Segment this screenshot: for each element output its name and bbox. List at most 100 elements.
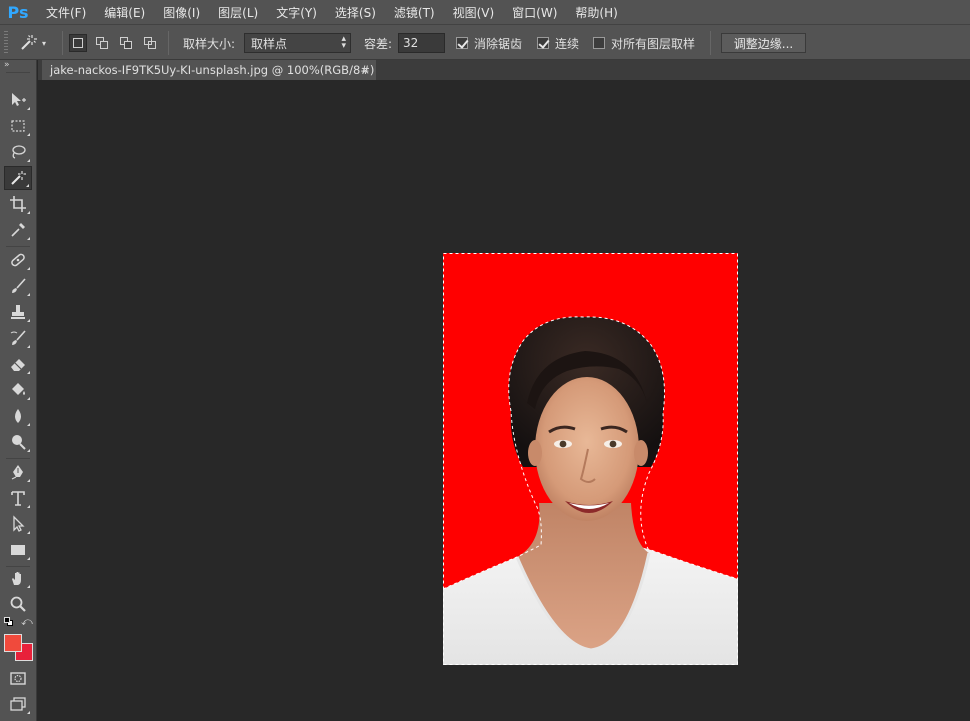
magic-wand-icon: [21, 35, 37, 50]
divider: [6, 246, 30, 247]
history-brush-tool[interactable]: [4, 326, 32, 350]
divider: [6, 458, 30, 459]
dodge-tool[interactable]: [4, 430, 32, 454]
menu-select[interactable]: 选择(S): [325, 0, 384, 24]
stamp-icon: [11, 305, 25, 319]
options-bar-grip[interactable]: [4, 31, 8, 55]
document-tab-strip: jake-nackos-IF9TK5Uy-KI-unsplash.jpg @ 1…: [38, 60, 970, 80]
marquee-tool[interactable]: [4, 114, 32, 138]
blur-tool[interactable]: [4, 404, 32, 428]
close-icon[interactable]: ×: [361, 64, 370, 77]
pen-icon: [11, 465, 23, 480]
screen-mode-button[interactable]: [4, 692, 32, 716]
sample-all-layers-label: 对所有图层取样: [611, 36, 696, 51]
subtract-from-selection-button[interactable]: [117, 34, 135, 52]
anti-alias-checkbox[interactable]: [456, 37, 468, 49]
dodge-icon: [12, 435, 26, 450]
water-drop-icon: [15, 409, 21, 423]
magic-wand-tool[interactable]: [4, 166, 32, 190]
bandage-icon: [11, 253, 25, 267]
menu-view[interactable]: 视图(V): [443, 0, 503, 24]
menu-bar: Ps 文件(F) 编辑(E) 图像(I) 图层(L) 文字(Y) 选择(S) 滤…: [0, 0, 970, 24]
subtract-selection-icon: [120, 37, 132, 49]
chevron-down-icon: ▾: [42, 38, 47, 48]
menu-type[interactable]: 文字(Y): [266, 0, 325, 24]
eraser-icon: [11, 359, 25, 371]
divider: [710, 31, 711, 55]
sample-size-value: 取样点: [251, 36, 288, 51]
tool-preset-picker[interactable]: ▾: [18, 25, 56, 61]
lasso-tool[interactable]: [4, 140, 32, 164]
sample-all-layers-checkbox[interactable]: [593, 37, 605, 49]
menu-file[interactable]: 文件(F): [36, 0, 94, 24]
document-tab-title: jake-nackos-IF9TK5Uy-KI-unsplash.jpg @ 1…: [50, 63, 375, 77]
intersect-selection-button[interactable]: [141, 34, 159, 52]
sample-all-layers-option[interactable]: 对所有图层取样: [593, 25, 695, 61]
rectangle-icon: [11, 545, 25, 555]
crop-tool[interactable]: [4, 192, 32, 216]
refine-edge-button[interactable]: 调整边缘...: [721, 33, 806, 53]
tolerance-input[interactable]: 32: [398, 33, 445, 53]
paint-bucket-tool[interactable]: [4, 378, 32, 402]
rectangle-tool[interactable]: [4, 538, 32, 562]
quick-mask-button[interactable]: [4, 666, 32, 690]
eraser-tool[interactable]: [4, 352, 32, 376]
tolerance-label: 容差:: [364, 36, 393, 51]
paint-bucket-icon: [12, 383, 25, 395]
clone-stamp-tool[interactable]: [4, 300, 32, 324]
menu-window[interactable]: 窗口(W): [502, 0, 565, 24]
sample-size-select[interactable]: 取样点 ▴ ▾: [244, 33, 351, 53]
type-tool[interactable]: [4, 486, 32, 510]
divider: [62, 31, 63, 55]
document-tab[interactable]: jake-nackos-IF9TK5Uy-KI-unsplash.jpg @ 1…: [42, 60, 376, 80]
foreground-color-swatch[interactable]: [4, 634, 22, 652]
menu-help[interactable]: 帮助(H): [565, 0, 625, 24]
brush-icon: [12, 278, 26, 293]
intersect-selection-icon: [144, 37, 156, 49]
menu-image[interactable]: 图像(I): [153, 0, 208, 24]
healing-brush-tool[interactable]: [4, 248, 32, 272]
contiguous-checkbox[interactable]: [537, 37, 549, 49]
photoshop-logo: Ps: [7, 2, 29, 22]
tolerance-value: 32: [403, 36, 419, 50]
crop-icon: [10, 196, 26, 212]
history-brush-icon: [10, 330, 26, 345]
new-selection-button[interactable]: [69, 34, 87, 52]
menu-filter[interactable]: 滤镜(T): [384, 0, 443, 24]
hand-tool[interactable]: [4, 566, 32, 590]
zoom-icon: [10, 596, 26, 612]
menu-edit[interactable]: 编辑(E): [94, 0, 153, 24]
type-icon: [11, 491, 25, 506]
tools-panel: » ⤺: [0, 60, 37, 721]
contiguous-option[interactable]: 连续: [537, 25, 579, 61]
add-to-selection-button[interactable]: [93, 34, 111, 52]
pen-tool[interactable]: [4, 460, 32, 484]
path-selection-icon: [13, 515, 25, 532]
screen-mode-icon: [10, 697, 26, 711]
swap-colors-icon[interactable]: ⤺: [21, 615, 33, 629]
brush-tool[interactable]: [4, 274, 32, 298]
default-colors-icon[interactable]: [4, 617, 14, 627]
eyedropper-tool[interactable]: [4, 218, 32, 242]
select-arrows-icon: ▴ ▾: [341, 34, 346, 51]
eyedropper-icon: [11, 223, 25, 237]
anti-alias-option[interactable]: 消除锯齿: [456, 25, 522, 61]
divider: [6, 72, 30, 73]
collapse-panel-icon[interactable]: »: [4, 60, 10, 70]
marquee-icon: [11, 120, 25, 132]
portrait-photo: [443, 253, 738, 665]
options-bar: ▾ 取样大小: 取样点 ▴ ▾ 容差: 32 消除锯齿 连续 对所有图层取样 调整…: [0, 24, 970, 60]
contiguous-label: 连续: [555, 36, 580, 51]
path-selection-tool[interactable]: [4, 512, 32, 536]
move-icon: [12, 93, 26, 106]
anti-alias-label: 消除锯齿: [474, 36, 523, 51]
magic-wand-icon: [11, 171, 26, 185]
quick-mask-icon: [10, 672, 26, 685]
zoom-tool[interactable]: [4, 592, 32, 616]
divider: [168, 31, 169, 55]
document-canvas[interactable]: [443, 253, 738, 665]
lasso-icon: [12, 145, 26, 159]
sample-size-label: 取样大小:: [183, 36, 236, 51]
menu-layer[interactable]: 图层(L): [208, 0, 266, 24]
move-tool[interactable]: [4, 88, 32, 112]
